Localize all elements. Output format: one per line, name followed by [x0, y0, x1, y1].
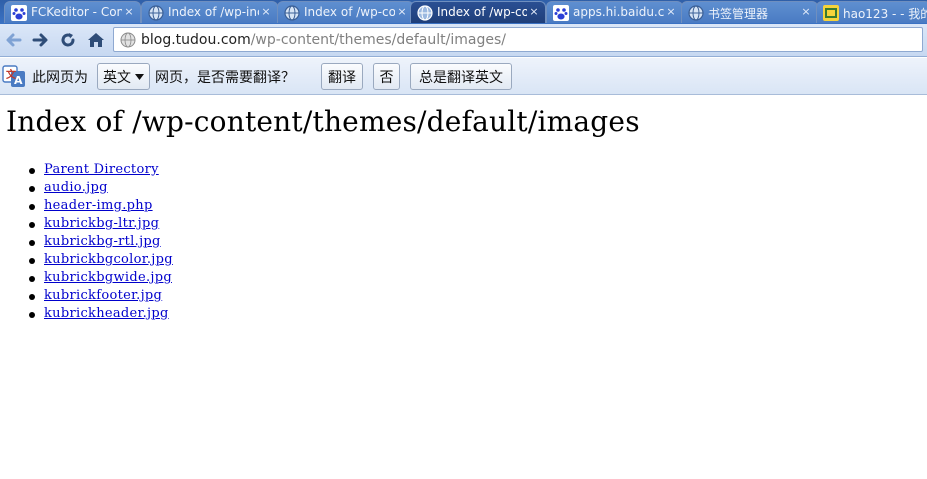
file-link[interactable]: kubrickheader.jpg	[44, 306, 169, 321]
address-url: blog.tudou.com/wp-content/themes/default…	[141, 32, 506, 48]
url-host: blog.tudou.com	[141, 32, 251, 48]
forward-button[interactable]	[28, 28, 52, 52]
forward-arrow-icon	[32, 33, 48, 47]
tab-label: apps.hi.baidu.co	[573, 5, 664, 19]
browser-toolbar: blog.tudou.com/wp-content/themes/default…	[0, 24, 927, 57]
file-link[interactable]: kubrickbgwide.jpg	[44, 270, 172, 285]
svg-text:A: A	[14, 74, 23, 87]
language-dropdown[interactable]: 英文	[97, 63, 150, 90]
language-label: 英文	[103, 69, 131, 86]
bullet-icon	[29, 294, 35, 300]
tab-label: 书签管理器	[708, 7, 769, 21]
translate-infobar: 文 A 此网页为 英文 网页，是否需要翻译？ 翻译 否 总是翻译英文	[0, 58, 927, 95]
tab-6[interactable]: hao123 - - 我的	[816, 1, 927, 23]
tab-2[interactable]: Index of /wp-co ×	[277, 1, 414, 23]
tab-label: Index of /wp-co	[437, 5, 527, 19]
globe-icon	[688, 5, 704, 21]
bullet-icon	[29, 168, 35, 174]
back-arrow-icon	[6, 33, 22, 47]
tab-3-active[interactable]: Index of /wp-co ×	[410, 1, 546, 23]
translate-icon: 文 A	[2, 65, 25, 87]
page-title: Index of /wp-content/themes/default/imag…	[6, 105, 640, 138]
file-link[interactable]: kubrickbgcolor.jpg	[44, 252, 173, 267]
file-link[interactable]: kubrickbg-ltr.jpg	[44, 216, 159, 231]
translate-prefix: 此网页为	[32, 70, 88, 86]
back-button[interactable]	[2, 28, 26, 52]
tab-1[interactable]: Index of /wp-inc ×	[141, 1, 278, 23]
tab-5[interactable]: 书签管理器 ×	[681, 1, 818, 23]
translate-button[interactable]: 翻译	[321, 63, 363, 90]
translate-question: 网页，是否需要翻译？	[155, 70, 295, 86]
bullet-icon	[29, 276, 35, 282]
globe-icon	[284, 5, 300, 21]
tab-0[interactable]: FCKeditor - Con ×	[4, 1, 141, 23]
tab-close-icon[interactable]: ×	[396, 5, 408, 19]
no-translate-button[interactable]: 否	[373, 63, 400, 90]
globe-icon	[417, 5, 433, 21]
chevron-down-icon	[135, 73, 144, 80]
tab-close-icon[interactable]: ×	[123, 5, 135, 19]
address-bar[interactable]: blog.tudou.com/wp-content/themes/default…	[113, 27, 923, 52]
tab-close-icon[interactable]: ×	[528, 5, 540, 19]
baidu-paw-icon	[11, 5, 27, 21]
url-path: /wp-content/themes/default/images/	[250, 32, 506, 48]
home-button[interactable]	[84, 28, 108, 52]
tab-close-icon[interactable]: ×	[665, 5, 677, 19]
file-link[interactable]: header-img.php	[44, 198, 153, 213]
tab-label: Index of /wp-co	[304, 5, 395, 19]
bullet-icon	[29, 258, 35, 264]
file-link[interactable]: kubrickfooter.jpg	[44, 288, 162, 303]
tab-4[interactable]: apps.hi.baidu.co ×	[546, 1, 683, 23]
bullet-icon	[29, 240, 35, 246]
tab-strip: FCKeditor - Con × Index of /wp-inc × Ind…	[0, 0, 927, 24]
reload-button[interactable]	[56, 28, 80, 52]
tab-label: hao123 - - 我的	[843, 7, 927, 21]
file-link[interactable]: audio.jpg	[44, 180, 108, 195]
tab-close-icon[interactable]: ×	[800, 5, 812, 19]
home-icon	[88, 33, 104, 47]
bullet-icon	[29, 312, 35, 318]
parent-directory-link[interactable]: Parent Directory	[44, 162, 159, 177]
always-translate-button[interactable]: 总是翻译英文	[410, 63, 512, 90]
bullet-icon	[29, 186, 35, 192]
baidu-paw-icon	[553, 5, 569, 21]
tab-label: FCKeditor - Con	[31, 5, 122, 19]
tab-close-icon[interactable]: ×	[260, 5, 272, 19]
page-globe-icon	[120, 32, 136, 48]
hao123-icon	[823, 5, 839, 21]
bullet-icon	[29, 204, 35, 210]
bullet-icon	[29, 222, 35, 228]
file-link[interactable]: kubrickbg-rtl.jpg	[44, 234, 161, 249]
reload-icon	[61, 33, 75, 47]
globe-icon	[148, 5, 164, 21]
tab-label: Index of /wp-inc	[168, 5, 259, 19]
